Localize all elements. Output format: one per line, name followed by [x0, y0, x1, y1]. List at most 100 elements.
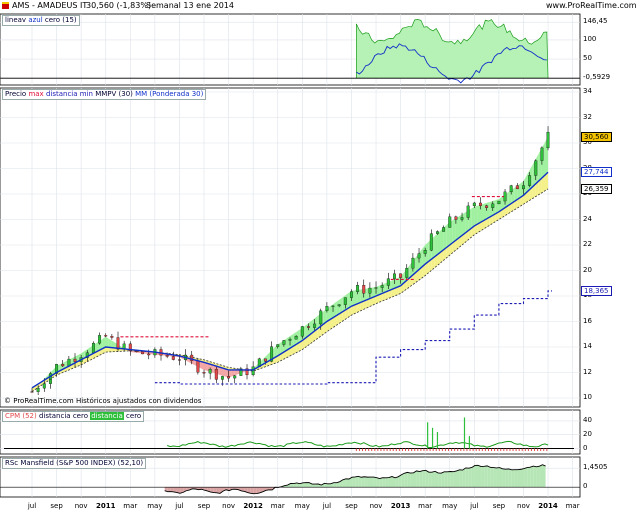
- lineav-tick-label: 146,45: [583, 17, 608, 26]
- rsc-area: [493, 467, 497, 488]
- x-tick-label: mar: [123, 502, 137, 510]
- price-value-tag: 27,744: [581, 167, 612, 178]
- price-tick-label: 34: [583, 87, 592, 95]
- candle-up: [337, 304, 341, 307]
- candle-down: [61, 364, 65, 367]
- rsc-area: [407, 472, 411, 488]
- rsc-area: [524, 467, 528, 488]
- candle-up: [331, 305, 335, 307]
- rsc-area: [391, 476, 396, 488]
- rsc-area: [459, 469, 463, 488]
- rsc-area: [167, 487, 171, 492]
- price-ma-band: [480, 203, 484, 223]
- header-title: AMS - AMADEUS IT: [12, 1, 88, 10]
- price-tick-label: 20: [583, 265, 592, 274]
- price-ma-band: [486, 201, 490, 219]
- legend-cero-a: cero: [72, 412, 88, 420]
- x-tick-label: sep: [50, 502, 63, 510]
- rsc-area: [542, 464, 546, 488]
- candle-up: [380, 285, 384, 288]
- candle-down: [202, 372, 206, 374]
- legend-max: max: [28, 90, 44, 98]
- rsc-area: [533, 466, 537, 488]
- price-footer: © ProRealTime.com Históricos ajustados c…: [4, 397, 202, 405]
- cpm-tick-label: 0: [583, 443, 588, 452]
- rsc-area: [517, 469, 522, 488]
- rsc-area: [536, 466, 540, 488]
- rsc-area: [361, 476, 365, 488]
- candle-down: [263, 358, 267, 362]
- candle-up: [343, 297, 347, 305]
- rsc-area: [444, 471, 448, 488]
- flag-icon: [2, 2, 9, 9]
- price-tick-label: 16: [583, 316, 592, 325]
- legend-lineav: lineav: [5, 16, 27, 24]
- candle-up: [411, 257, 415, 269]
- rsc-area: [428, 472, 432, 488]
- candle-up: [325, 306, 329, 311]
- lineav-legend[interactable]: lineav azul cero (15): [2, 15, 80, 26]
- rsc-area: [305, 482, 310, 488]
- candle-up: [208, 368, 212, 374]
- candle-down: [110, 336, 114, 338]
- legend-cero-b: cero: [126, 412, 142, 420]
- x-tick-label: 2011: [96, 502, 116, 510]
- candle-down: [485, 205, 489, 208]
- x-tick-label: mar: [418, 502, 432, 510]
- rsc-area: [373, 477, 377, 488]
- rsc-area: [511, 469, 515, 488]
- rsc-area: [496, 467, 500, 488]
- candle-down: [399, 273, 403, 278]
- rsc-area: [441, 471, 445, 488]
- candle-up: [509, 185, 513, 193]
- rsc-tick-label: 1,4505: [583, 463, 608, 472]
- rsc-area: [450, 471, 454, 488]
- rsc-tick-label: 0: [583, 482, 588, 491]
- x-tick-label: nov: [75, 502, 88, 510]
- cpm-tick-label: 20: [583, 429, 592, 438]
- candle-down: [306, 326, 310, 328]
- x-tick-label: may: [295, 502, 310, 510]
- rsc-area: [379, 477, 383, 488]
- x-tick-label: nov: [370, 502, 383, 510]
- rsc-area: [465, 467, 469, 488]
- candle-up: [319, 310, 323, 325]
- candle-down: [165, 355, 169, 357]
- candle-up: [466, 205, 470, 218]
- rsc-area: [333, 482, 337, 488]
- rsc-area: [521, 468, 525, 488]
- rsc-area: [499, 467, 503, 488]
- cpm-legend[interactable]: CPM (52) distancia cero distancia cero: [2, 411, 145, 422]
- rsc-area: [250, 487, 254, 494]
- price-ma-band: [474, 205, 478, 226]
- rsc-area: [253, 487, 257, 494]
- candle-down: [479, 202, 482, 206]
- rsc-area: [376, 477, 380, 488]
- rsc-area: [456, 469, 460, 488]
- candle-down: [454, 216, 458, 220]
- candle-down: [196, 360, 200, 373]
- rsc-area: [404, 472, 408, 488]
- candle-up: [300, 326, 304, 337]
- candle-up: [528, 175, 532, 186]
- price-ma-band: [471, 206, 475, 229]
- price-tick-label: 14: [583, 342, 592, 350]
- rsc-area: [490, 467, 494, 488]
- rsc-area: [435, 471, 439, 488]
- price-ma-band: [452, 218, 456, 243]
- rsc-area: [395, 476, 399, 488]
- legend-cpm: CPM (52): [5, 412, 37, 420]
- price-tick-label: 32: [583, 112, 592, 121]
- rsc-area: [327, 483, 331, 488]
- rsc-area: [530, 466, 534, 488]
- x-tick-label: jul: [469, 502, 478, 510]
- price-legend[interactable]: Precio max distancia min MMPV (30) MM (P…: [2, 89, 207, 100]
- candle-down: [171, 356, 175, 360]
- x-tick-label: nov: [517, 502, 530, 510]
- rsc-legend[interactable]: RSc Mansfield (S&P 500 INDEX) (52,10): [2, 458, 147, 469]
- candle-up: [220, 376, 224, 380]
- legend-cero: cero (15): [44, 16, 77, 24]
- x-tick-label: mar: [271, 502, 285, 510]
- candle-up: [374, 287, 378, 289]
- candle-up: [522, 185, 525, 190]
